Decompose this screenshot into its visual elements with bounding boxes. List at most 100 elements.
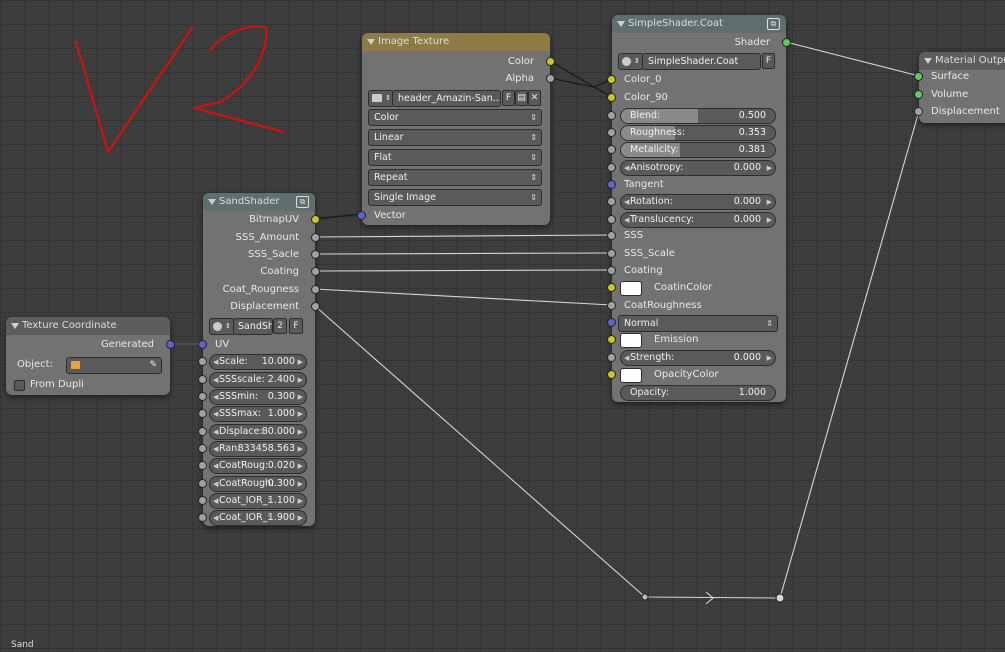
increment-arrow-icon[interactable]: ▶ [298,425,303,439]
collapse-triangle-icon[interactable] [367,39,375,45]
socket-shader-out[interactable] [782,38,791,47]
translucency-field[interactable]: ◀ Translucency: 0.000 ▶ [607,211,786,228]
collapse-triangle-icon[interactable] [617,21,625,27]
coatin-color-swatch[interactable] [620,281,642,296]
decrement-arrow-icon[interactable]: ◀ [624,161,629,175]
param-ran[interactable]: ◀ Ran: 833458.563 ▶ [198,440,315,457]
increment-arrow-icon[interactable]: ▶ [767,161,772,175]
socket-coating-out[interactable] [311,267,320,276]
group-browse-button[interactable]: ⇕ [209,318,235,335]
param-scale[interactable]: ◀ Scale: 10.000 ▶ [198,353,315,370]
collapse-triangle-icon[interactable] [11,323,19,329]
fake-user-button[interactable]: F [502,90,515,106]
socket-coatincolor-in[interactable] [607,283,616,292]
decrement-arrow-icon[interactable]: ◀ [624,351,629,365]
image-name-field[interactable]: header_Amazin-San... [392,90,501,107]
fake-user-button[interactable]: F [762,53,775,69]
socket-sss-in[interactable] [607,231,616,240]
socket-param-in[interactable] [198,427,207,436]
socket-opacitycolor-in[interactable] [607,370,616,379]
increment-arrow-icon[interactable]: ▶ [298,477,303,491]
increment-arrow-icon[interactable]: ▶ [298,511,303,525]
opacity-slider[interactable]: Opacity: 1.000 [612,384,786,401]
increment-arrow-icon[interactable]: ▶ [298,442,303,456]
param-sssscale[interactable]: ◀ SSSscale: 2.400 ▶ [198,371,315,388]
group-name-field[interactable]: SimpleShader.Coat [642,53,761,70]
param-coat-ior-2[interactable]: ◀ Coat_IOR_: 1.900 ▶ [198,509,315,526]
open-image-icon[interactable]: ▤ [515,90,528,106]
projection-select[interactable]: Flat ⇕ [362,148,550,166]
metalicity-slider[interactable]: Metalicity: 0.381 [607,141,786,158]
increment-arrow-icon[interactable]: ▶ [298,459,303,473]
socket-translucency-in[interactable] [607,215,616,224]
decrement-arrow-icon[interactable]: ◀ [213,390,218,404]
emission-field[interactable]: Emission [607,331,786,348]
strength-field[interactable]: ◀ Strength: 0.000 ▶ [607,349,786,366]
increment-arrow-icon[interactable]: ▶ [298,407,303,421]
material-output-node[interactable]: Material Output Surface Volume Displacem… [914,52,1005,123]
socket-strength-in[interactable] [607,353,616,362]
reroute-node-left[interactable] [641,593,649,601]
socket-coatroughness-in[interactable] [607,301,616,310]
decrement-arrow-icon[interactable]: ◀ [213,494,218,508]
socket-displacement-out[interactable] [311,302,320,311]
socket-color90-in[interactable] [607,93,616,102]
socket-normal-in[interactable] [607,318,616,327]
node-group-icon[interactable]: ⧉ [296,196,309,208]
decrement-arrow-icon[interactable]: ◀ [213,477,218,491]
collapse-triangle-icon[interactable] [208,199,216,205]
increment-arrow-icon[interactable]: ▶ [298,355,303,369]
from-dupli-checkbox[interactable] [14,380,25,391]
socket-blend-in[interactable] [607,111,616,120]
param-sssmin[interactable]: ◀ SSSmin: 0.300 ▶ [198,388,315,405]
socket-param-in[interactable] [198,392,207,401]
decrement-arrow-icon[interactable]: ◀ [213,355,218,369]
fake-user-button[interactable]: F [289,318,303,334]
decrement-arrow-icon[interactable]: ◀ [624,195,629,209]
socket-vector-in[interactable] [357,211,366,220]
eyedropper-icon[interactable]: ✎ [149,358,157,373]
increment-arrow-icon[interactable]: ▶ [298,373,303,387]
socket-param-in[interactable] [198,496,207,505]
decrement-arrow-icon[interactable]: ◀ [213,459,218,473]
socket-rotation-in[interactable] [607,197,616,206]
socket-volume-in[interactable] [914,90,923,99]
socket-emission-in[interactable] [607,335,616,344]
reroute-node-right[interactable] [775,593,785,603]
blend-slider[interactable]: Blend: 0.500 [607,107,786,124]
socket-sss-sacle-out[interactable] [311,250,320,259]
param-coatroug[interactable]: ◀ CoatRoug: 0.020 ▶ [198,457,315,474]
unlink-image-icon[interactable]: ✕ [528,90,541,106]
socket-surface-in[interactable] [914,72,923,81]
rotation-field[interactable]: ◀ Rotation: 0.000 ▶ [607,193,786,210]
socket-coating-in[interactable] [607,266,616,275]
coatin-color-field[interactable]: CoatinColor [607,279,786,296]
socket-param-in[interactable] [198,375,207,384]
param-sssmax[interactable]: ◀ SSSmax: 1.000 ▶ [198,405,315,422]
collapse-triangle-icon[interactable] [924,58,932,64]
param-coat-ior-1[interactable]: ◀ Coat_IOR_: 1.100 ▶ [198,492,315,509]
node-group-icon[interactable]: ⧉ [767,18,780,30]
socket-displacement-in[interactable] [914,107,923,116]
user-count[interactable]: 2 [273,318,287,334]
socket-roughness-in[interactable] [607,128,616,137]
roughness-slider[interactable]: Roughness: 0.353 [607,124,786,141]
anisotropy-field[interactable]: ◀ Anisotropy: 0.000 ▶ [607,159,786,176]
sand-shader-header[interactable]: SandShader ⧉ [203,193,315,211]
extension-select[interactable]: Repeat ⇕ [362,168,550,186]
increment-arrow-icon[interactable]: ▶ [767,195,772,209]
increment-arrow-icon[interactable]: ▶ [298,494,303,508]
socket-color0-in[interactable] [607,75,616,84]
decrement-arrow-icon[interactable]: ◀ [213,425,218,439]
increment-arrow-icon[interactable]: ▶ [767,213,772,227]
simple-shader-coat-node[interactable]: SimpleShader.Coat ⧉ Shader ⇕ SimpleShade… [607,15,791,402]
socket-param-in[interactable] [198,461,207,470]
param-coatrough[interactable]: ◀ CoatRough: 0.300 ▶ [198,475,315,492]
socket-coat-rougness-out[interactable] [311,285,320,294]
socket-alpha-out[interactable] [546,74,555,83]
increment-arrow-icon[interactable]: ▶ [767,351,772,365]
socket-generated-out[interactable] [166,340,175,349]
interpolation-select[interactable]: Linear ⇕ [362,128,550,146]
normal-select[interactable]: Normal ⇕ [607,314,786,332]
param-displace[interactable]: ◀ Displace: 80.000 ▶ [198,423,315,440]
